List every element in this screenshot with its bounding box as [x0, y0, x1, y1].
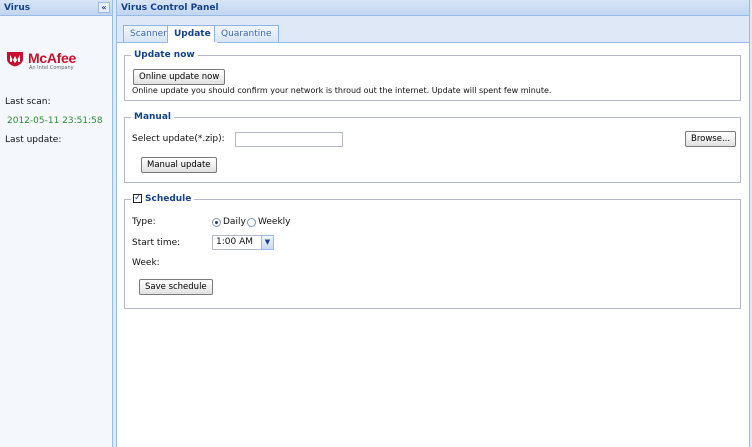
manual-legend: Manual	[131, 111, 175, 123]
update-now-legend: Update now	[131, 49, 198, 61]
manual-update-button[interactable]: Manual update	[141, 157, 217, 173]
online-update-now-button[interactable]: Online update now	[133, 69, 226, 85]
week-label: Week:	[132, 258, 160, 268]
start-time-value: 1:00 AM	[216, 237, 253, 247]
type-label: Type:	[132, 217, 156, 227]
type-daily-radio[interactable]	[212, 218, 221, 227]
tab-bar: Scanner Update Quarantine	[117, 16, 749, 43]
online-update-note: Online update you should confirm your ne…	[132, 86, 552, 95]
schedule-fieldset: ✓ Schedule Type: Daily Weekly Start time…	[124, 193, 741, 309]
virus-side-panel: Virus « McAfee An Intel Company Last sca…	[0, 0, 113, 447]
schedule-legend-label: Schedule	[145, 194, 192, 204]
tab-scanner-label: Scanner	[130, 29, 167, 39]
start-time-combo[interactable]: 1:00 AM ▼	[212, 235, 274, 250]
select-update-label: Select update(*.zip):	[132, 134, 225, 144]
tab-update[interactable]: Update	[167, 25, 218, 43]
logo-brand-text: McAfee	[28, 50, 76, 66]
last-scan-label: Last scan:	[5, 97, 51, 107]
update-file-input[interactable]	[235, 132, 343, 147]
collapse-panel-button[interactable]: «	[98, 2, 110, 13]
browse-button[interactable]: Browse...	[685, 131, 737, 147]
update-tab-content: Update now Online update now Online upda…	[117, 43, 749, 443]
mcafee-logo: McAfee An Intel Company	[6, 50, 96, 74]
start-time-label: Start time:	[132, 238, 181, 248]
virus-panel-header: Virus «	[0, 0, 112, 16]
virus-panel-title: Virus	[4, 3, 31, 13]
mcafee-shield-icon	[7, 52, 23, 67]
last-scan-value: 2012-05-11 23:51:58	[7, 116, 103, 126]
double-chevron-left-icon: «	[101, 3, 107, 12]
type-weekly-label: Weekly	[258, 217, 291, 227]
last-update-label: Last update:	[5, 135, 62, 145]
type-weekly-radio[interactable]	[247, 218, 256, 227]
type-daily-label: Daily	[223, 217, 246, 227]
tab-quarantine[interactable]: Quarantine	[214, 25, 279, 42]
virus-control-panel: Virus Control Panel Scanner Update Quara…	[116, 0, 750, 447]
schedule-enable-checkbox[interactable]: ✓	[133, 194, 142, 203]
logo-tagline: An Intel Company	[29, 65, 74, 71]
save-schedule-button[interactable]: Save schedule	[139, 279, 213, 295]
control-panel-header: Virus Control Panel	[117, 0, 749, 16]
tab-update-label: Update	[174, 29, 211, 39]
control-panel-title: Virus Control Panel	[121, 3, 219, 13]
chevron-down-icon[interactable]: ▼	[261, 235, 274, 250]
update-now-fieldset: Update now Online update now Online upda…	[124, 49, 741, 101]
schedule-legend: ✓ Schedule	[131, 193, 195, 205]
tab-quarantine-label: Quarantine	[221, 29, 272, 39]
manual-fieldset: Manual Select update(*.zip): Browse... M…	[124, 111, 741, 183]
